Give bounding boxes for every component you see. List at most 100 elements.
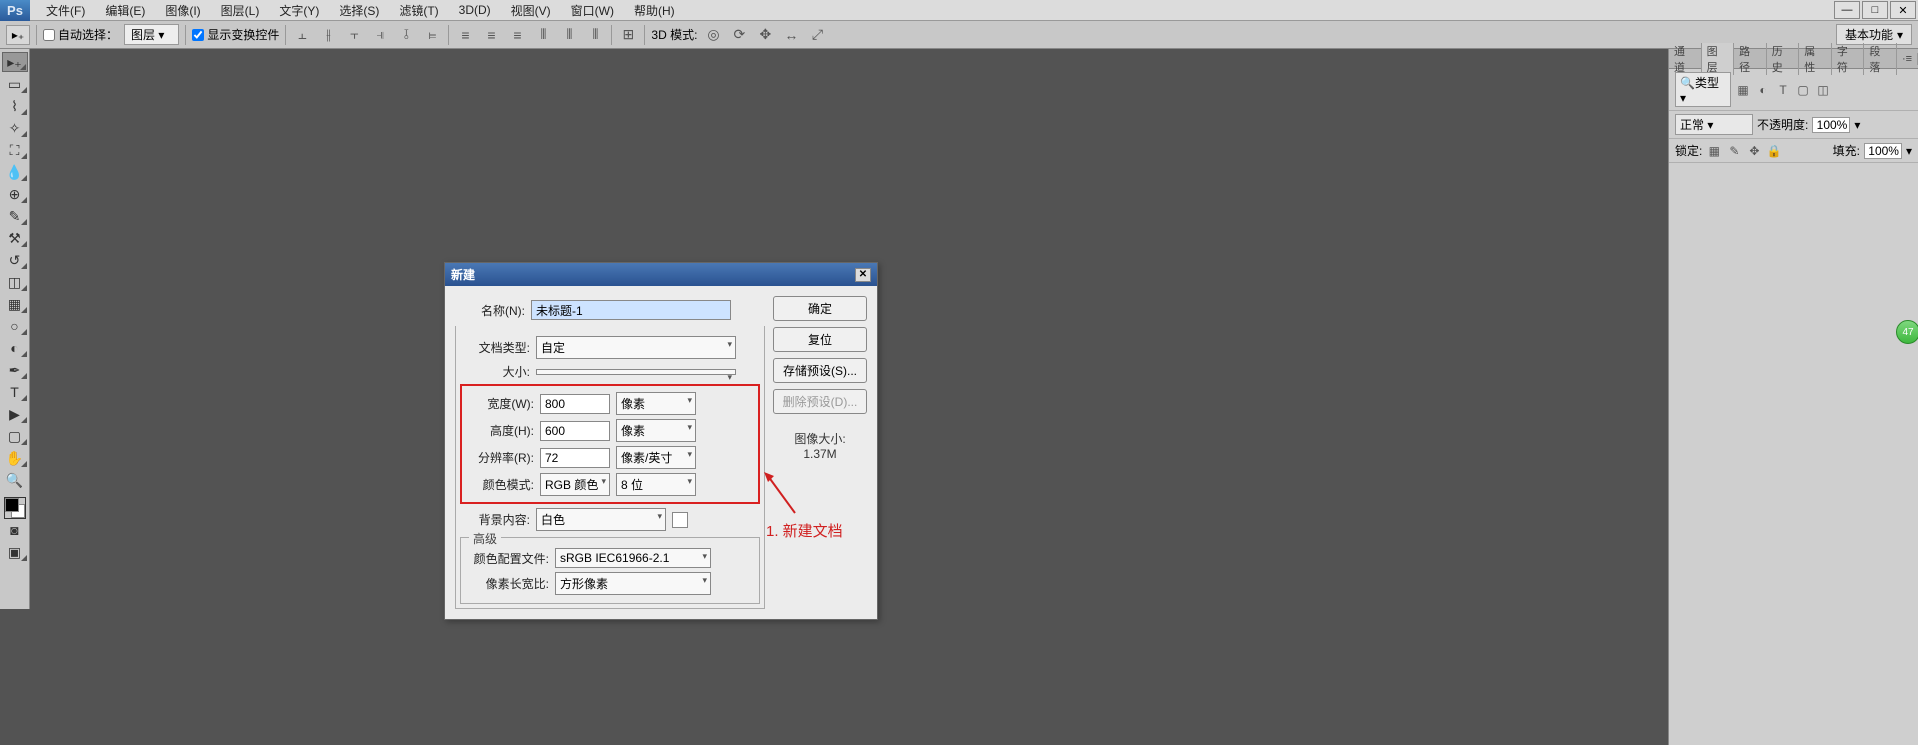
menu-3d[interactable]: 3D(D) bbox=[449, 3, 501, 17]
tab-paths[interactable]: 路径 bbox=[1734, 43, 1767, 75]
tab-character[interactable]: 字符 bbox=[1832, 43, 1865, 75]
color-swatch[interactable] bbox=[4, 497, 26, 519]
colormode-select[interactable]: RGB 颜色 bbox=[540, 473, 610, 496]
3d-slide-icon[interactable]: ↔ bbox=[781, 25, 801, 45]
dialog-close-button[interactable]: ✕ bbox=[855, 268, 871, 282]
height-unit-select[interactable]: 像素 bbox=[616, 419, 696, 442]
menu-select[interactable]: 选择(S) bbox=[329, 2, 389, 19]
panel-menu-icon[interactable]: ·≡ bbox=[1897, 53, 1918, 65]
eyedropper-tool[interactable]: 💧 bbox=[2, 162, 28, 182]
marquee-tool[interactable]: ▭ bbox=[2, 74, 28, 94]
badge-icon[interactable]: 47 bbox=[1896, 320, 1918, 344]
filter-type-icon[interactable]: T bbox=[1775, 82, 1791, 98]
menu-window[interactable]: 窗口(W) bbox=[561, 2, 624, 19]
align-top-icon[interactable]: ⫠ bbox=[292, 25, 312, 45]
height-input[interactable] bbox=[540, 421, 610, 441]
fill-input[interactable]: 100% bbox=[1864, 143, 1902, 159]
aspect-select[interactable]: 方形像素 bbox=[555, 572, 711, 595]
zoom-tool[interactable]: 🔍 bbox=[2, 470, 28, 490]
align-right-icon[interactable]: ⫢ bbox=[422, 25, 442, 45]
distribute-top-icon[interactable]: ≡ bbox=[455, 25, 475, 45]
preset-select[interactable]: 自定 bbox=[536, 336, 736, 359]
menu-image[interactable]: 图像(I) bbox=[155, 2, 210, 19]
blend-mode-select[interactable]: 正常 ▾ bbox=[1675, 114, 1753, 135]
path-selection-tool[interactable]: ▶ bbox=[2, 404, 28, 424]
menu-file[interactable]: 文件(F) bbox=[36, 2, 95, 19]
dialog-titlebar[interactable]: 新建 ✕ bbox=[445, 263, 877, 286]
menu-filter[interactable]: 滤镜(T) bbox=[389, 2, 448, 19]
foreground-color[interactable] bbox=[5, 498, 19, 512]
distribute-vcenter-icon[interactable]: ≡ bbox=[481, 25, 501, 45]
distribute-hcenter-icon[interactable]: ⫴ bbox=[559, 25, 579, 45]
save-preset-button[interactable]: 存储预设(S)... bbox=[773, 358, 867, 383]
lasso-tool[interactable]: ⌇ bbox=[2, 96, 28, 116]
filter-smart-icon[interactable]: ◫ bbox=[1815, 82, 1831, 98]
3d-pan-icon[interactable]: ✥ bbox=[755, 25, 775, 45]
menu-help[interactable]: 帮助(H) bbox=[624, 2, 685, 19]
width-unit-select[interactable]: 像素 bbox=[616, 392, 696, 415]
opacity-input[interactable]: 100% bbox=[1812, 117, 1850, 133]
move-tool[interactable]: ▸₊ bbox=[2, 52, 28, 72]
magic-wand-tool[interactable]: ✧ bbox=[2, 118, 28, 138]
lock-pixels-icon[interactable]: ▦ bbox=[1706, 143, 1722, 159]
tab-paragraph[interactable]: 段落 bbox=[1864, 43, 1897, 75]
clone-stamp-tool[interactable]: ⚒ bbox=[2, 228, 28, 248]
menu-layer[interactable]: 图层(L) bbox=[211, 2, 270, 19]
tab-layers[interactable]: 图层 bbox=[1702, 43, 1735, 75]
shape-tool[interactable]: ▢ bbox=[2, 426, 28, 446]
colordepth-select[interactable]: 8 位 bbox=[616, 473, 696, 496]
bg-select[interactable]: 白色 bbox=[536, 508, 666, 531]
resolution-unit-select[interactable]: 像素/英寸 bbox=[616, 446, 696, 469]
gradient-tool[interactable]: ▦ bbox=[2, 294, 28, 314]
close-button[interactable]: ✕ bbox=[1890, 1, 1916, 19]
distribute-bottom-icon[interactable]: ≡ bbox=[507, 25, 527, 45]
menu-view[interactable]: 视图(V) bbox=[501, 2, 561, 19]
filter-shape-icon[interactable]: ▢ bbox=[1795, 82, 1811, 98]
pen-tool[interactable]: ✒ bbox=[2, 360, 28, 380]
3d-scale-icon[interactable]: ⤢ bbox=[807, 25, 827, 45]
lock-all-icon[interactable]: 🔒 bbox=[1766, 143, 1782, 159]
lock-move-icon[interactable]: ✥ bbox=[1746, 143, 1762, 159]
auto-select-target-select[interactable]: 图层 ▾ bbox=[124, 24, 179, 45]
distribute-left-icon[interactable]: ⫴ bbox=[533, 25, 553, 45]
brush-tool[interactable]: ✎ bbox=[2, 206, 28, 226]
hand-tool[interactable]: ✋ bbox=[2, 448, 28, 468]
tab-channels[interactable]: 通道 bbox=[1669, 43, 1702, 75]
crop-tool[interactable]: ⛶ bbox=[2, 140, 28, 160]
tab-properties[interactable]: 属性 bbox=[1799, 43, 1832, 75]
healing-brush-tool[interactable]: ⊕ bbox=[2, 184, 28, 204]
ok-button[interactable]: 确定 bbox=[773, 296, 867, 321]
quickmask-tool[interactable]: ◙ bbox=[2, 520, 28, 540]
history-brush-tool[interactable]: ↺ bbox=[2, 250, 28, 270]
menu-edit[interactable]: 编辑(E) bbox=[95, 2, 155, 19]
3d-orbit-icon[interactable]: ◎ bbox=[703, 25, 723, 45]
3d-roll-icon[interactable]: ⟳ bbox=[729, 25, 749, 45]
menu-type[interactable]: 文字(Y) bbox=[269, 2, 329, 19]
auto-select-checkbox[interactable]: 自动选择： bbox=[43, 26, 118, 43]
blur-tool[interactable]: ○ bbox=[2, 316, 28, 336]
minimize-button[interactable]: — bbox=[1834, 1, 1860, 19]
lock-position-icon[interactable]: ✎ bbox=[1726, 143, 1742, 159]
resolution-input[interactable] bbox=[540, 448, 610, 468]
bg-color-swatch[interactable] bbox=[672, 512, 688, 528]
auto-align-icon[interactable]: ⊞ bbox=[618, 25, 638, 45]
maximize-button[interactable]: □ bbox=[1862, 1, 1888, 19]
filter-pixel-icon[interactable]: ▦ bbox=[1735, 82, 1751, 98]
size-select[interactable] bbox=[536, 369, 736, 375]
eraser-tool[interactable]: ◫ bbox=[2, 272, 28, 292]
filter-kind-select[interactable]: 🔍类型 ▾ bbox=[1675, 72, 1731, 107]
align-bottom-icon[interactable]: ⫟ bbox=[344, 25, 364, 45]
align-vcenter-icon[interactable]: ⫲ bbox=[318, 25, 338, 45]
filter-adjust-icon[interactable]: ◐ bbox=[1755, 82, 1771, 98]
type-tool[interactable]: T bbox=[2, 382, 28, 402]
align-hcenter-icon[interactable]: ⫱ bbox=[396, 25, 416, 45]
tab-history[interactable]: 历史 bbox=[1767, 43, 1800, 75]
align-left-icon[interactable]: ⫣ bbox=[370, 25, 390, 45]
profile-select[interactable]: sRGB IEC61966-2.1 bbox=[555, 548, 711, 568]
screen-mode-tool[interactable]: ▣ bbox=[2, 542, 28, 562]
show-transform-checkbox[interactable]: 显示变换控件 bbox=[192, 26, 279, 43]
dodge-tool[interactable]: ◐ bbox=[2, 338, 28, 358]
name-input[interactable] bbox=[531, 300, 731, 320]
width-input[interactable] bbox=[540, 394, 610, 414]
distribute-right-icon[interactable]: ⫴ bbox=[585, 25, 605, 45]
